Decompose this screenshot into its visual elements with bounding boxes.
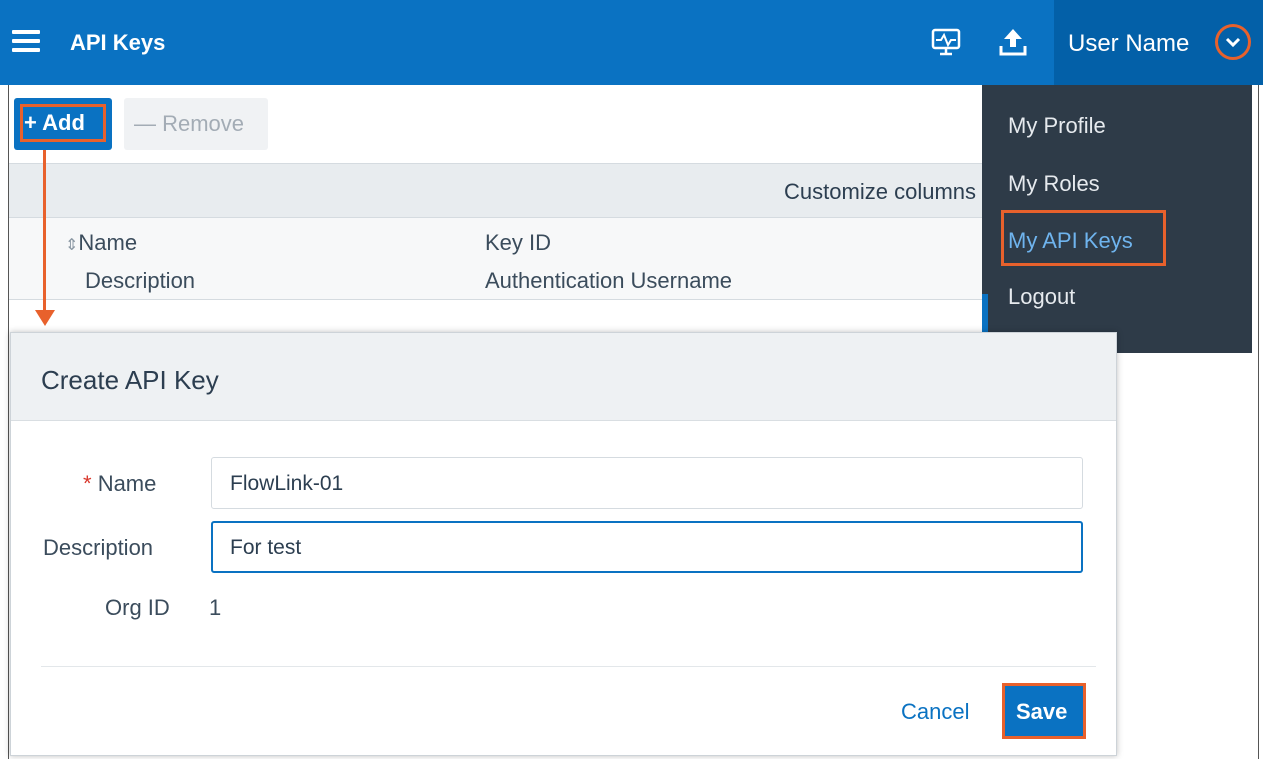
remove-button-label: — Remove <box>134 111 245 136</box>
top-header: API Keys User Name <box>0 0 1263 85</box>
dialog-title: Create API Key <box>41 365 219 395</box>
org-id-value: 1 <box>209 595 222 620</box>
create-api-key-dialog: Create API Key * Name FlowLink-01 Descri… <box>10 332 1117 756</box>
user-dropdown-menu: My Profile My Roles My API Keys Logout <box>982 85 1252 353</box>
org-id-label: Org ID <box>105 595 170 620</box>
remove-button[interactable]: — Remove <box>124 98 268 150</box>
upload-icon[interactable] <box>998 26 1028 58</box>
annotation-arrow <box>43 150 46 313</box>
my-api-keys-highlight-box <box>1001 210 1166 266</box>
add-button-label: + Add <box>24 110 85 135</box>
customize-columns-link[interactable]: Customize columns <box>784 179 976 205</box>
column-auth-username: Authentication Username <box>485 268 733 293</box>
name-label-text: Name <box>97 471 157 496</box>
menu-item-my-roles[interactable]: My Roles <box>1008 171 1100 197</box>
column-key-id: Key ID <box>485 230 552 255</box>
menu-item-my-profile[interactable]: My Profile <box>1008 113 1106 139</box>
sort-icon[interactable]: ⇕ <box>65 237 78 254</box>
user-name: User Name <box>1068 30 1190 57</box>
name-field-label: * Name <box>83 471 156 497</box>
annotation-arrow-head <box>35 310 55 326</box>
dialog-header: Create API Key <box>11 333 1116 421</box>
description-field-label: Description <box>43 535 154 560</box>
save-button[interactable]: Save <box>1002 683 1086 739</box>
table-toolbar: Customize columns <box>9 163 982 218</box>
save-button-label: Save <box>1016 699 1068 724</box>
column-name[interactable]: ⇕Name <box>65 230 137 256</box>
name-input[interactable]: FlowLink-01 <box>211 457 1083 509</box>
description-input[interactable]: For test <box>211 521 1083 573</box>
cancel-button[interactable]: Cancel <box>901 699 969 725</box>
menu-icon[interactable] <box>12 30 40 52</box>
add-button[interactable]: + Add <box>14 98 112 150</box>
column-description: Description <box>85 268 196 293</box>
required-marker: * <box>83 471 92 496</box>
dialog-divider <box>41 666 1096 667</box>
menu-item-logout[interactable]: Logout <box>1008 284 1075 310</box>
table-header: ⇕Name Key ID Description Authentication … <box>9 218 982 300</box>
monitor-icon[interactable] <box>930 26 962 58</box>
chevron-down-icon[interactable] <box>1215 24 1251 60</box>
page-title: API Keys <box>70 30 166 55</box>
column-name-label: Name <box>78 230 138 255</box>
user-menu-toggle[interactable]: User Name <box>1054 0 1263 85</box>
